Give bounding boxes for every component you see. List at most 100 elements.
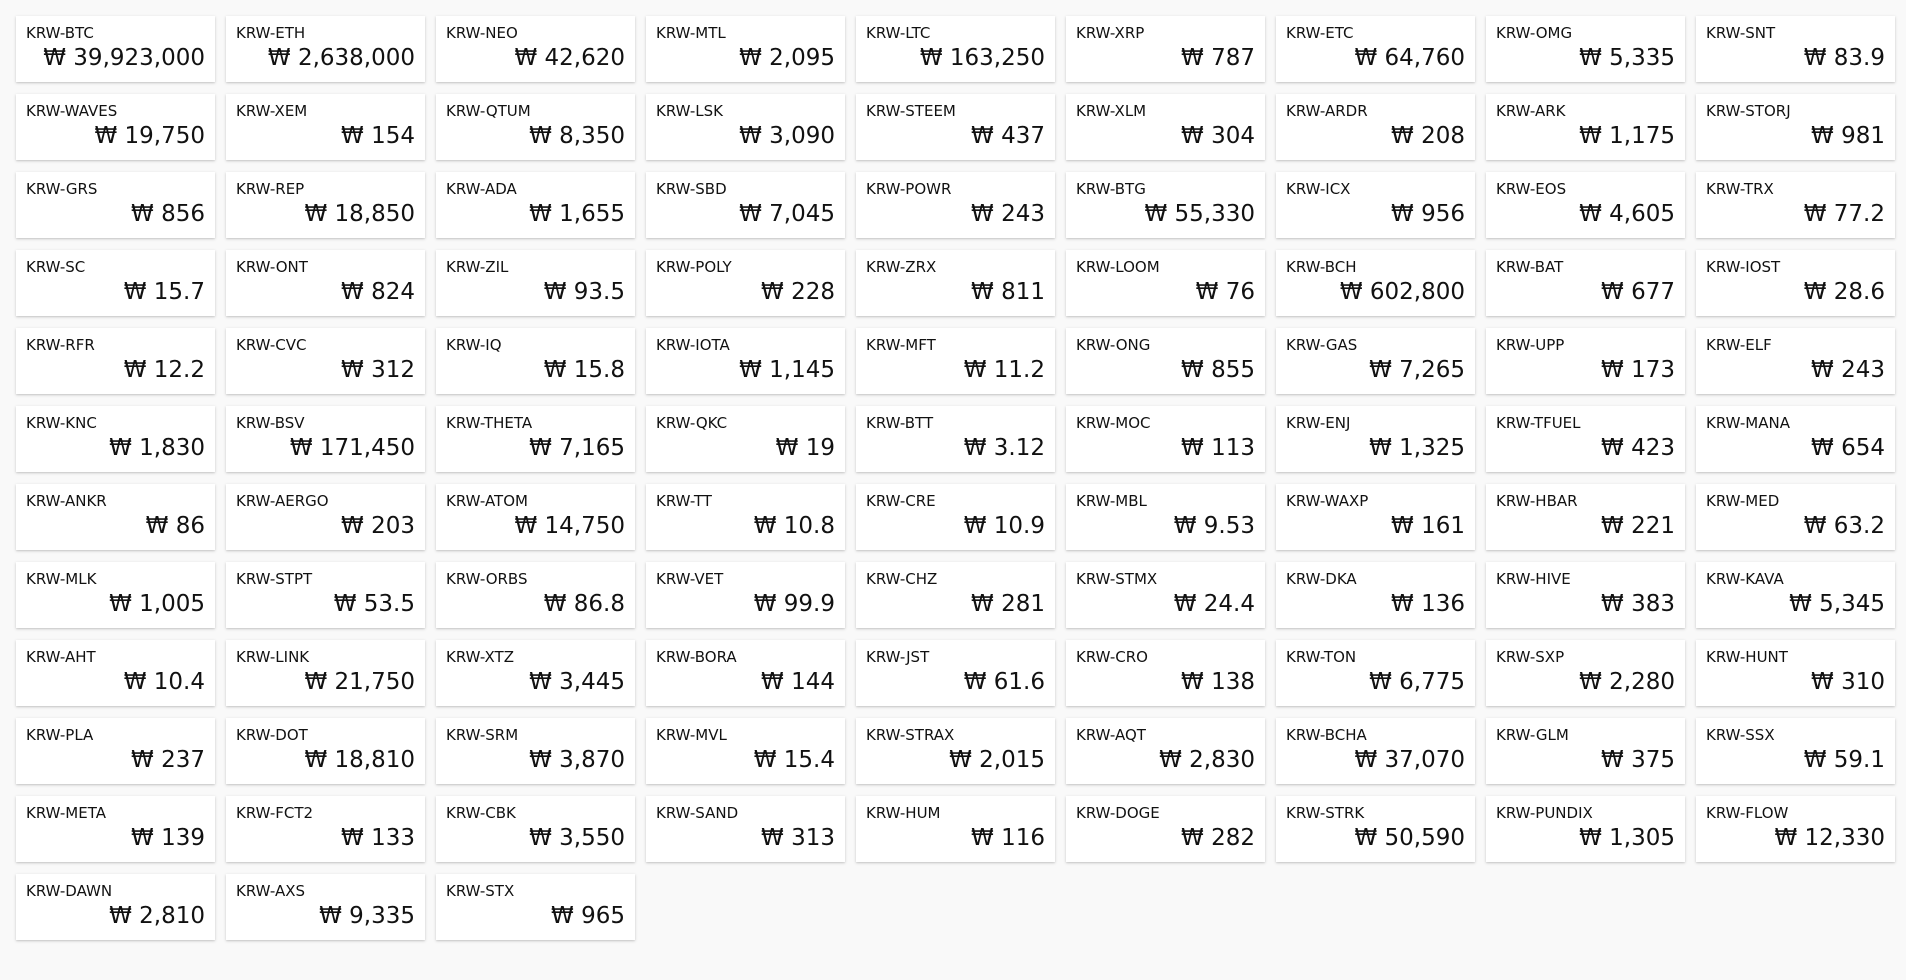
ticker-card[interactable]: KRW-XLM ₩ 304 [1066, 94, 1265, 160]
ticker-card[interactable]: KRW-MANA ₩ 654 [1696, 406, 1895, 472]
ticker-card[interactable]: KRW-NEO ₩ 42,620 [436, 16, 635, 82]
ticker-card[interactable]: KRW-GLM ₩ 375 [1486, 718, 1685, 784]
ticker-card[interactable]: KRW-ENJ ₩ 1,325 [1276, 406, 1475, 472]
ticker-card[interactable]: KRW-DAWN ₩ 2,810 [16, 874, 215, 940]
ticker-card[interactable]: KRW-THETA ₩ 7,165 [436, 406, 635, 472]
ticker-card[interactable]: KRW-LOOM ₩ 76 [1066, 250, 1265, 316]
ticker-card[interactable]: KRW-META ₩ 139 [16, 796, 215, 862]
ticker-card[interactable]: KRW-SXP ₩ 2,280 [1486, 640, 1685, 706]
ticker-card[interactable]: KRW-TRX ₩ 77.2 [1696, 172, 1895, 238]
ticker-card[interactable]: KRW-MED ₩ 63.2 [1696, 484, 1895, 550]
ticker-card[interactable]: KRW-DKA ₩ 136 [1276, 562, 1475, 628]
ticker-card[interactable]: KRW-MBL ₩ 9.53 [1066, 484, 1265, 550]
ticker-card[interactable]: KRW-CRE ₩ 10.9 [856, 484, 1055, 550]
ticker-card[interactable]: KRW-ICX ₩ 956 [1276, 172, 1475, 238]
ticker-card[interactable]: KRW-SSX ₩ 59.1 [1696, 718, 1895, 784]
ticker-card[interactable]: KRW-ORBS ₩ 86.8 [436, 562, 635, 628]
ticker-card[interactable]: KRW-SBD ₩ 7,045 [646, 172, 845, 238]
ticker-card[interactable]: KRW-WAXP ₩ 161 [1276, 484, 1475, 550]
ticker-card[interactable]: KRW-FCT2 ₩ 133 [226, 796, 425, 862]
ticker-card[interactable]: KRW-STRAX ₩ 2,015 [856, 718, 1055, 784]
ticker-card[interactable]: KRW-PUNDIX ₩ 1,305 [1486, 796, 1685, 862]
ticker-card[interactable]: KRW-RFR ₩ 12.2 [16, 328, 215, 394]
ticker-card[interactable]: KRW-MVL ₩ 15.4 [646, 718, 845, 784]
ticker-card[interactable]: KRW-BSV ₩ 171,450 [226, 406, 425, 472]
ticker-card[interactable]: KRW-MFT ₩ 11.2 [856, 328, 1055, 394]
ticker-card[interactable]: KRW-STX ₩ 965 [436, 874, 635, 940]
ticker-card[interactable]: KRW-ARDR ₩ 208 [1276, 94, 1475, 160]
ticker-card[interactable]: KRW-MTL ₩ 2,095 [646, 16, 845, 82]
ticker-card[interactable]: KRW-ATOM ₩ 14,750 [436, 484, 635, 550]
ticker-card[interactable]: KRW-ELF ₩ 243 [1696, 328, 1895, 394]
ticker-card[interactable]: KRW-BTT ₩ 3.12 [856, 406, 1055, 472]
ticker-card[interactable]: KRW-JST ₩ 61.6 [856, 640, 1055, 706]
ticker-card[interactable]: KRW-QKC ₩ 19 [646, 406, 845, 472]
ticker-card[interactable]: KRW-IOST ₩ 28.6 [1696, 250, 1895, 316]
ticker-card[interactable]: KRW-BCH ₩ 602,800 [1276, 250, 1475, 316]
ticker-card[interactable]: KRW-GRS ₩ 856 [16, 172, 215, 238]
ticker-card[interactable]: KRW-UPP ₩ 173 [1486, 328, 1685, 394]
ticker-card[interactable]: KRW-IOTA ₩ 1,145 [646, 328, 845, 394]
ticker-card[interactable]: KRW-ONG ₩ 855 [1066, 328, 1265, 394]
ticker-card[interactable]: KRW-STRK ₩ 50,590 [1276, 796, 1475, 862]
ticker-card[interactable]: KRW-DOT ₩ 18,810 [226, 718, 425, 784]
ticker-card[interactable]: KRW-TON ₩ 6,775 [1276, 640, 1475, 706]
ticker-card[interactable]: KRW-QTUM ₩ 8,350 [436, 94, 635, 160]
ticker-card[interactable]: KRW-MOC ₩ 113 [1066, 406, 1265, 472]
ticker-card[interactable]: KRW-CVC ₩ 312 [226, 328, 425, 394]
ticker-card[interactable]: KRW-VET ₩ 99.9 [646, 562, 845, 628]
ticker-card[interactable]: KRW-ETH ₩ 2,638,000 [226, 16, 425, 82]
ticker-card[interactable]: KRW-LSK ₩ 3,090 [646, 94, 845, 160]
ticker-card[interactable]: KRW-HUM ₩ 116 [856, 796, 1055, 862]
ticker-card[interactable]: KRW-EOS ₩ 4,605 [1486, 172, 1685, 238]
ticker-card[interactable]: KRW-XRP ₩ 787 [1066, 16, 1265, 82]
ticker-card[interactable]: KRW-HUNT ₩ 310 [1696, 640, 1895, 706]
ticker-card[interactable]: KRW-CBK ₩ 3,550 [436, 796, 635, 862]
ticker-card[interactable]: KRW-POLY ₩ 228 [646, 250, 845, 316]
ticker-card[interactable]: KRW-OMG ₩ 5,335 [1486, 16, 1685, 82]
ticker-card[interactable]: KRW-KNC ₩ 1,830 [16, 406, 215, 472]
ticker-card[interactable]: KRW-BCHA ₩ 37,070 [1276, 718, 1475, 784]
ticker-card[interactable]: KRW-AQT ₩ 2,830 [1066, 718, 1265, 784]
ticker-card[interactable]: KRW-CRO ₩ 138 [1066, 640, 1265, 706]
ticker-card[interactable]: KRW-XEM ₩ 154 [226, 94, 425, 160]
ticker-card[interactable]: KRW-HBAR ₩ 221 [1486, 484, 1685, 550]
ticker-card[interactable]: KRW-CHZ ₩ 281 [856, 562, 1055, 628]
ticker-card[interactable]: KRW-FLOW ₩ 12,330 [1696, 796, 1895, 862]
ticker-card[interactable]: KRW-STORJ ₩ 981 [1696, 94, 1895, 160]
ticker-card[interactable]: KRW-ANKR ₩ 86 [16, 484, 215, 550]
ticker-card[interactable]: KRW-BTG ₩ 55,330 [1066, 172, 1265, 238]
ticker-card[interactable]: KRW-IQ ₩ 15.8 [436, 328, 635, 394]
ticker-card[interactable]: KRW-TFUEL ₩ 423 [1486, 406, 1685, 472]
ticker-card[interactable]: KRW-ZRX ₩ 811 [856, 250, 1055, 316]
ticker-card[interactable]: KRW-TT ₩ 10.8 [646, 484, 845, 550]
ticker-card[interactable]: KRW-LTC ₩ 163,250 [856, 16, 1055, 82]
ticker-card[interactable]: KRW-STEEM ₩ 437 [856, 94, 1055, 160]
ticker-card[interactable]: KRW-LINK ₩ 21,750 [226, 640, 425, 706]
ticker-card[interactable]: KRW-ARK ₩ 1,175 [1486, 94, 1685, 160]
ticker-card[interactable]: KRW-ETC ₩ 64,760 [1276, 16, 1475, 82]
ticker-card[interactable]: KRW-ZIL ₩ 93.5 [436, 250, 635, 316]
ticker-card[interactable]: KRW-STPT ₩ 53.5 [226, 562, 425, 628]
ticker-card[interactable]: KRW-POWR ₩ 243 [856, 172, 1055, 238]
ticker-card[interactable]: KRW-SAND ₩ 313 [646, 796, 845, 862]
ticker-card[interactable]: KRW-REP ₩ 18,850 [226, 172, 425, 238]
ticker-card[interactable]: KRW-BAT ₩ 677 [1486, 250, 1685, 316]
ticker-card[interactable]: KRW-AERGO ₩ 203 [226, 484, 425, 550]
ticker-card[interactable]: KRW-DOGE ₩ 282 [1066, 796, 1265, 862]
ticker-card[interactable]: KRW-ONT ₩ 824 [226, 250, 425, 316]
ticker-card[interactable]: KRW-GAS ₩ 7,265 [1276, 328, 1475, 394]
ticker-card[interactable]: KRW-PLA ₩ 237 [16, 718, 215, 784]
ticker-card[interactable]: KRW-KAVA ₩ 5,345 [1696, 562, 1895, 628]
ticker-card[interactable]: KRW-ADA ₩ 1,655 [436, 172, 635, 238]
ticker-card[interactable]: KRW-WAVES ₩ 19,750 [16, 94, 215, 160]
ticker-card[interactable]: KRW-MLK ₩ 1,005 [16, 562, 215, 628]
ticker-card[interactable]: KRW-BORA ₩ 144 [646, 640, 845, 706]
ticker-card[interactable]: KRW-SC ₩ 15.7 [16, 250, 215, 316]
ticker-card[interactable]: KRW-HIVE ₩ 383 [1486, 562, 1685, 628]
ticker-card[interactable]: KRW-BTC ₩ 39,923,000 [16, 16, 215, 82]
ticker-card[interactable]: KRW-STMX ₩ 24.4 [1066, 562, 1265, 628]
ticker-card[interactable]: KRW-XTZ ₩ 3,445 [436, 640, 635, 706]
ticker-card[interactable]: KRW-SNT ₩ 83.9 [1696, 16, 1895, 82]
ticker-card[interactable]: KRW-SRM ₩ 3,870 [436, 718, 635, 784]
